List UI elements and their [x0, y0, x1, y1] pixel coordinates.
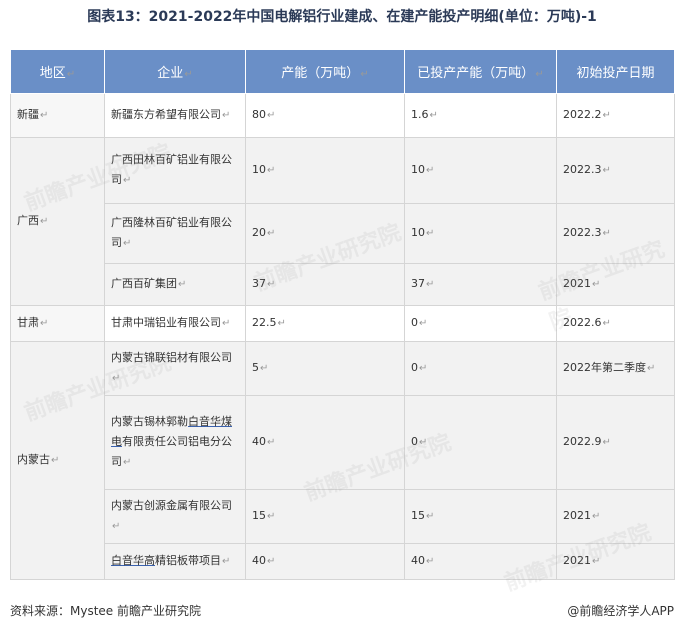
date-cell: 2022.2↵: [556, 93, 675, 138]
table-row: 新疆↵ 新疆东方希望有限公司↵ 80↵ 1.6↵ 2022.2↵: [10, 93, 675, 138]
date-cell: 2022年第二季度↵: [556, 341, 675, 396]
header-date: 初始投产日期: [556, 49, 675, 94]
capacity-cell: 22.5↵: [245, 305, 405, 342]
capacity-cell: 37↵: [245, 263, 405, 306]
table-row: 内蒙古锡林郭勒白音华煤电有限责任公司铝电分公司↵ 40↵ 0↵ 2022.9↵: [11, 395, 675, 490]
date-cell: 2021↵: [556, 263, 675, 306]
capacity-cell: 15↵: [245, 489, 405, 544]
company-cell: 内蒙古创源金属有限公司↵: [104, 489, 246, 544]
region-cell: 广西↵: [10, 137, 105, 306]
produced-cell: 0↵: [404, 305, 557, 342]
header-company: 企业↵: [104, 49, 246, 94]
company-cell: 广西田林百矿铝业有限公司↵: [104, 137, 246, 204]
company-cell: 内蒙古锡林郭勒白音华煤电有限责任公司铝电分公司↵: [104, 395, 246, 490]
produced-cell: 0↵: [404, 341, 557, 396]
table-row: 甘肃↵ 甘肃中瑞铝业有限公司↵ 22.5↵ 0↵ 2022.6↵: [10, 305, 675, 342]
date-cell: 2021↵: [556, 489, 675, 544]
capacity-cell: 40↵: [245, 543, 405, 580]
date-cell: 2021↵: [556, 543, 675, 580]
header-row: 地区↵ 企业↵ 产能（万吨）↵ 已投产产能（万吨）↵ 初始投产日期: [10, 49, 675, 94]
capacity-cell: 20↵: [245, 203, 405, 264]
company-cell: 广西百矿集团↵: [104, 263, 246, 306]
company-cell: 内蒙古锦联铝材有限公司↵: [104, 341, 246, 396]
capacity-cell: 10↵: [245, 137, 405, 204]
table-row: 广西隆林百矿铝业有限公司↵ 20↵ 10↵ 2022.3↵: [11, 203, 675, 264]
brand-credit: @前瞻经济学人APP: [567, 604, 674, 618]
produced-cell: 0↵: [404, 395, 557, 490]
produced-cell: 40↵: [404, 543, 557, 580]
table-row: 内蒙古↵ 内蒙古锦联铝材有限公司↵ 5↵ 0↵ 2022年第二季度↵: [10, 341, 675, 580]
produced-cell: 15↵: [404, 489, 557, 544]
date-cell: 2022.3↵: [556, 137, 675, 204]
company-cell: 广西隆林百矿铝业有限公司↵: [104, 203, 246, 264]
date-cell: 2022.3↵: [556, 203, 675, 264]
chart-title: 图表13：2021-2022年中国电解铝行业建成、在建产能投产明细(单位：万吨)…: [87, 9, 597, 25]
produced-cell: 1.6↵: [404, 93, 557, 138]
region-cell: 内蒙古↵: [10, 341, 105, 580]
header-region: 地区↵: [10, 49, 105, 94]
produced-cell: 37↵: [404, 263, 557, 306]
capacity-cell: 40↵: [245, 395, 405, 490]
capacity-table: 地区↵ 企业↵ 产能（万吨）↵ 已投产产能（万吨）↵ 初始投产日期 新疆↵ 新疆…: [10, 49, 675, 580]
capacity-cell: 5↵: [245, 341, 405, 396]
produced-cell: 10↵: [404, 203, 557, 264]
source-note: 资料来源：Mystee 前瞻产业研究院: [10, 604, 201, 618]
company-cell: 甘肃中瑞铝业有限公司↵: [104, 305, 246, 342]
company-cell: 新疆东方希望有限公司↵: [104, 93, 246, 138]
produced-cell: 10↵: [404, 137, 557, 204]
company-cell: 白音华高精铝板带项目↵: [104, 543, 246, 580]
date-cell: 2022.6↵: [556, 305, 675, 342]
table-row: 广西↵ 广西田林百矿铝业有限公司↵ 10↵ 10↵ 2022.3↵: [10, 137, 675, 306]
capacity-cell: 80↵: [245, 93, 405, 138]
table-row: 内蒙古创源金属有限公司↵ 15↵ 15↵ 2021↵: [11, 489, 675, 544]
date-cell: 2022.9↵: [556, 395, 675, 490]
table-row: 白音华高精铝板带项目↵ 40↵ 40↵ 2021↵: [11, 543, 675, 580]
header-produced: 已投产产能（万吨）↵: [404, 49, 557, 94]
table-row: 广西百矿集团↵ 37↵ 37↵ 2021↵: [11, 263, 675, 306]
region-cell: 新疆↵: [10, 93, 105, 138]
header-capacity: 产能（万吨）↵: [245, 49, 405, 94]
region-cell: 甘肃↵: [10, 305, 105, 342]
